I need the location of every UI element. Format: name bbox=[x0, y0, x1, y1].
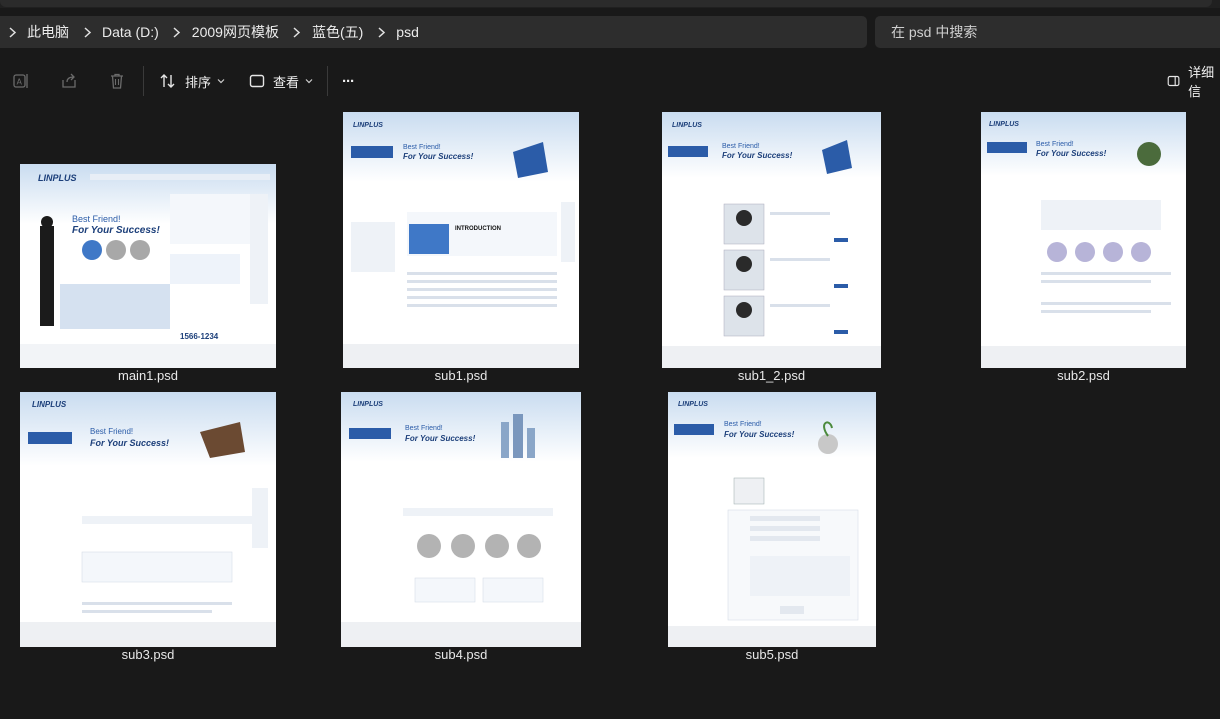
file-name: sub1_2.psd bbox=[737, 368, 806, 383]
sort-button[interactable]: 排序 bbox=[159, 70, 225, 92]
thumb-slogan: For Your Success! bbox=[403, 152, 474, 161]
file-thumbnail[interactable]: LINPLUS Best Friend! For Your Success! bbox=[668, 392, 876, 647]
view-button[interactable]: 查看 bbox=[249, 70, 313, 92]
window-top-strip bbox=[0, 0, 1220, 8]
svg-text:A: A bbox=[17, 78, 23, 87]
delete-icon[interactable] bbox=[107, 71, 127, 91]
breadcrumb-this-pc[interactable]: 此电脑 bbox=[24, 22, 75, 42]
file-thumbnail[interactable]: LINPLUS Best Friend! For Your Success! bbox=[981, 112, 1186, 368]
search-box[interactable] bbox=[875, 16, 1220, 48]
breadcrumb-templates[interactable]: 2009网页模板 bbox=[189, 22, 285, 42]
file-name: sub5.psd bbox=[745, 647, 799, 662]
svg-text:LINPLUS: LINPLUS bbox=[989, 121, 1019, 128]
thumb-slogan: For Your Success! bbox=[72, 225, 160, 236]
view-icon bbox=[249, 74, 265, 88]
thumb-slogan: For Your Success! bbox=[724, 430, 795, 439]
command-bar: A 排序 查看 ··· 详细信 bbox=[0, 62, 1220, 100]
thumb-slogan: For Your Success! bbox=[405, 434, 476, 443]
file-thumbnail[interactable]: LINPLUS Best Friend! For Your Success! bbox=[341, 392, 581, 647]
file-name: sub3.psd bbox=[121, 647, 175, 662]
chevron-right-icon[interactable] bbox=[75, 26, 99, 38]
thumb-headline: Best Friend! bbox=[405, 425, 443, 432]
thumb-headline: Best Friend! bbox=[403, 144, 441, 151]
details-pane-icon bbox=[1167, 75, 1180, 87]
thumb-headline: Best Friend! bbox=[1036, 141, 1074, 148]
chevron-right-icon[interactable] bbox=[165, 26, 189, 38]
chevron-down-icon bbox=[217, 79, 225, 84]
file-thumbnail[interactable]: LINPLUS Best Friend! For Your Success! bbox=[20, 392, 276, 647]
file-thumbnail[interactable]: LINPLUS Best Friend! For Your Success! I… bbox=[343, 112, 579, 368]
thumb-headline: Best Friend! bbox=[90, 427, 133, 436]
thumb-headline: Best Friend! bbox=[72, 214, 121, 224]
chevron-right-icon[interactable] bbox=[369, 26, 393, 38]
file-name: sub4.psd bbox=[434, 647, 488, 662]
sort-icon bbox=[160, 74, 175, 88]
thumb-headline: Best Friend! bbox=[724, 421, 762, 428]
file-thumbnail[interactable]: LINPLUS Best Friend! For Your Success! bbox=[662, 112, 881, 368]
search-input[interactable] bbox=[889, 23, 1193, 41]
file-thumbnail[interactable]: LINPLUS Best Friend! For Your Success! 1… bbox=[20, 164, 276, 368]
thumb-slogan: For Your Success! bbox=[90, 438, 169, 448]
chevron-down-icon bbox=[305, 79, 313, 84]
rename-icon[interactable]: A bbox=[11, 71, 31, 91]
svg-text:LINPLUS: LINPLUS bbox=[353, 122, 383, 129]
file-name: sub2.psd bbox=[1057, 368, 1110, 383]
sort-label: 排序 bbox=[185, 74, 212, 90]
details-pane-label: 详细信 bbox=[1188, 65, 1215, 99]
thumb-headline: Best Friend! bbox=[722, 143, 760, 150]
svg-text:LINPLUS: LINPLUS bbox=[678, 401, 708, 408]
chevron-right-icon[interactable] bbox=[0, 26, 24, 38]
share-icon[interactable] bbox=[59, 71, 79, 91]
toolbar-divider bbox=[143, 66, 144, 96]
view-label: 查看 bbox=[273, 74, 300, 90]
details-pane-button[interactable]: 详细信 bbox=[1167, 65, 1220, 99]
toolbar-divider bbox=[327, 66, 328, 96]
title-strip bbox=[0, 0, 1212, 7]
chevron-right-icon[interactable] bbox=[285, 26, 309, 38]
thumb-slogan: For Your Success! bbox=[722, 151, 793, 160]
thumb-phone: 1566-1234 bbox=[180, 332, 219, 341]
breadcrumb-blue-five[interactable]: 蓝色(五) bbox=[309, 22, 369, 42]
thumb-heading: INTRODUCTION bbox=[455, 226, 501, 232]
more-options-button[interactable]: ··· bbox=[342, 70, 355, 92]
file-name: main1.psd bbox=[118, 368, 178, 383]
file-grid: LINPLUS Best Friend! For Your Success! 1… bbox=[0, 100, 1220, 719]
svg-text:LINPLUS: LINPLUS bbox=[32, 400, 67, 409]
thumb-slogan: For Your Success! bbox=[1036, 149, 1107, 158]
svg-text:LINPLUS: LINPLUS bbox=[672, 122, 702, 129]
breadcrumb-data-drive[interactable]: Data (D:) bbox=[99, 24, 165, 40]
svg-text:LINPLUS: LINPLUS bbox=[38, 173, 77, 183]
file-name: sub1.psd bbox=[434, 368, 488, 383]
address-bar[interactable]: 此电脑 Data (D:) 2009网页模板 蓝色(五) psd bbox=[0, 16, 867, 48]
svg-text:LINPLUS: LINPLUS bbox=[353, 401, 383, 408]
breadcrumb-psd[interactable]: psd bbox=[393, 24, 425, 40]
